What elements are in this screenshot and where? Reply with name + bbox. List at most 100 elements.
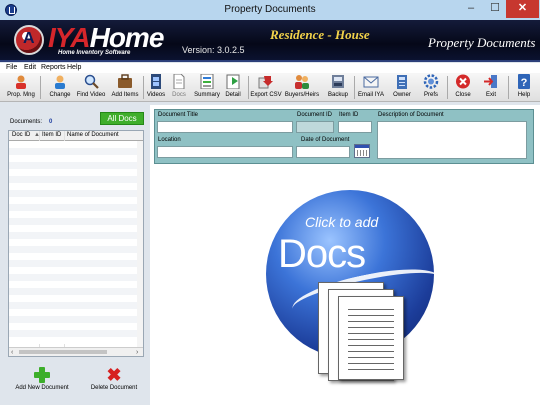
- toolbar-buyers-heirs-button[interactable]: Buyers/Heirs: [285, 74, 319, 101]
- scroll-thumb[interactable]: [19, 350, 107, 354]
- grid-empty-row: [9, 148, 143, 155]
- grid-empty-row: [9, 323, 143, 330]
- document-id-field: [296, 121, 334, 133]
- close-window-button[interactable]: ✕: [506, 0, 539, 18]
- item-id-input[interactable]: [338, 121, 372, 133]
- docs-caption: Docs: [278, 232, 366, 276]
- grid-empty-row: [9, 288, 143, 295]
- owner-icon: [397, 75, 407, 89]
- column-doc-id[interactable]: Doc ID: [12, 132, 30, 138]
- menu-bar: File Edit Reports Help: [0, 63, 540, 73]
- documents-count-label: Documents:: [10, 119, 43, 125]
- scroll-right-icon[interactable]: ›: [136, 348, 138, 356]
- all-docs-button[interactable]: All Docs: [100, 112, 144, 125]
- close-icon: [456, 74, 470, 89]
- grid-empty-row: [9, 218, 143, 225]
- document-page-icon: [338, 296, 404, 380]
- maximize-button[interactable]: ☐: [484, 0, 506, 18]
- date-of-document-label: Date of Document: [301, 137, 350, 143]
- grid-empty-row: [9, 239, 143, 246]
- home-user-icon: [16, 75, 26, 89]
- grid-empty-row: [9, 204, 143, 211]
- documents-count: 0: [49, 119, 53, 125]
- scroll-left-icon[interactable]: ‹: [11, 348, 13, 356]
- grid-empty-row: [9, 309, 143, 316]
- date-of-document-input[interactable]: [296, 146, 350, 158]
- grid-empty-row: [9, 225, 143, 232]
- click-to-add-docs-graphic[interactable]: Click to add Docs: [266, 190, 444, 381]
- horizontal-scrollbar[interactable]: ‹ ›: [9, 347, 143, 356]
- logo-icon: [14, 25, 44, 55]
- toolbar-exit-button[interactable]: Exit: [480, 74, 502, 101]
- toolbar-detail-button[interactable]: Detail: [222, 74, 244, 101]
- screen-title: Property Documents: [428, 35, 536, 50]
- menu-edit[interactable]: Edit: [24, 63, 36, 73]
- column-item-id[interactable]: Item ID: [42, 132, 61, 138]
- toolbar-export-csv-button[interactable]: Export CSV: [250, 74, 282, 101]
- menu-reports[interactable]: Reports: [41, 63, 66, 73]
- item-id-label: Item ID: [339, 112, 359, 118]
- toolbar-help-button[interactable]: ? Help: [514, 74, 534, 101]
- backup-icon: [332, 75, 344, 88]
- calendar-icon[interactable]: [354, 144, 370, 158]
- logo-subtitle: Home Inventory Software: [58, 50, 131, 56]
- toolbar-prop-mng-button[interactable]: Prop. Mng: [7, 74, 35, 101]
- toolbar-backup-button[interactable]: Backup: [326, 74, 350, 101]
- magnifier-icon: [84, 74, 99, 89]
- grid-header: Doc ID ▲ Item ID Name of Document: [9, 131, 143, 141]
- grid-empty-row: [9, 260, 143, 267]
- add-new-document-button[interactable]: Add New Document: [14, 367, 70, 397]
- vertical-scrollbar[interactable]: [137, 141, 143, 347]
- grid-empty-row: [9, 162, 143, 169]
- summary-icon: [200, 74, 214, 89]
- minimize-button[interactable]: ‒: [460, 0, 482, 18]
- svg-text:?: ?: [521, 77, 528, 89]
- help-icon: ?: [518, 74, 530, 89]
- property-name: Residence - House: [270, 27, 370, 42]
- document-title-input[interactable]: [157, 121, 293, 133]
- window-title: Property Documents: [224, 4, 316, 15]
- email-icon: [363, 76, 379, 88]
- grid-empty-row: [9, 183, 143, 190]
- document-fields-box: Document Title Document ID Item ID Descr…: [154, 109, 534, 164]
- grid-empty-row: [9, 267, 143, 274]
- briefcase-icon: [118, 74, 132, 88]
- grid-empty-row: [9, 316, 143, 323]
- click-to-add-caption: Click to add: [305, 214, 379, 230]
- grid-empty-row: [9, 337, 143, 344]
- toolbar-docs-button[interactable]: Docs: [169, 74, 189, 101]
- location-label: Location: [158, 137, 181, 143]
- grid-empty-row: [9, 253, 143, 260]
- description-textarea[interactable]: [377, 121, 527, 159]
- documents-grid[interactable]: Doc ID ▲ Item ID Name of Document ‹ ›: [8, 130, 144, 357]
- delete-x-icon: ✖: [106, 365, 122, 385]
- menu-file[interactable]: File: [6, 63, 17, 73]
- toolbar-add-items-button[interactable]: Add Items: [111, 74, 139, 101]
- grid-empty-row: [9, 295, 143, 302]
- delete-document-button[interactable]: ✖ Delete Document: [86, 365, 142, 397]
- location-input[interactable]: [157, 146, 293, 158]
- grid-empty-row: [9, 246, 143, 253]
- grid-empty-row: [9, 274, 143, 281]
- grid-empty-row: [9, 281, 143, 288]
- people-icon: [295, 75, 309, 89]
- grid-empty-row: [9, 141, 143, 148]
- document-icon: [173, 74, 185, 89]
- document-detail-panel: Document Title Document ID Item ID Descr…: [150, 105, 540, 405]
- menu-help[interactable]: Help: [67, 63, 81, 73]
- column-name-of-document[interactable]: Name of Document: [67, 132, 119, 138]
- exit-icon: [484, 75, 497, 88]
- toolbar-email-iya-button[interactable]: Email IYA: [358, 74, 384, 101]
- toolbar-find-video-button[interactable]: Find Video: [77, 74, 105, 101]
- detail-icon: [226, 74, 240, 89]
- version-label: Version: 3.0.2.5: [182, 45, 245, 55]
- toolbar-change-button[interactable]: Change: [48, 74, 72, 101]
- toolbar-prefs-button[interactable]: Prefs: [419, 74, 443, 101]
- grid-empty-row: [9, 197, 143, 204]
- grid-empty-row: [9, 169, 143, 176]
- user-change-icon: [55, 75, 65, 89]
- document-title-label: Document Title: [158, 112, 199, 118]
- plus-icon: [34, 367, 50, 383]
- grid-empty-row: [9, 330, 143, 337]
- toolbar-close-button[interactable]: Close: [452, 74, 474, 101]
